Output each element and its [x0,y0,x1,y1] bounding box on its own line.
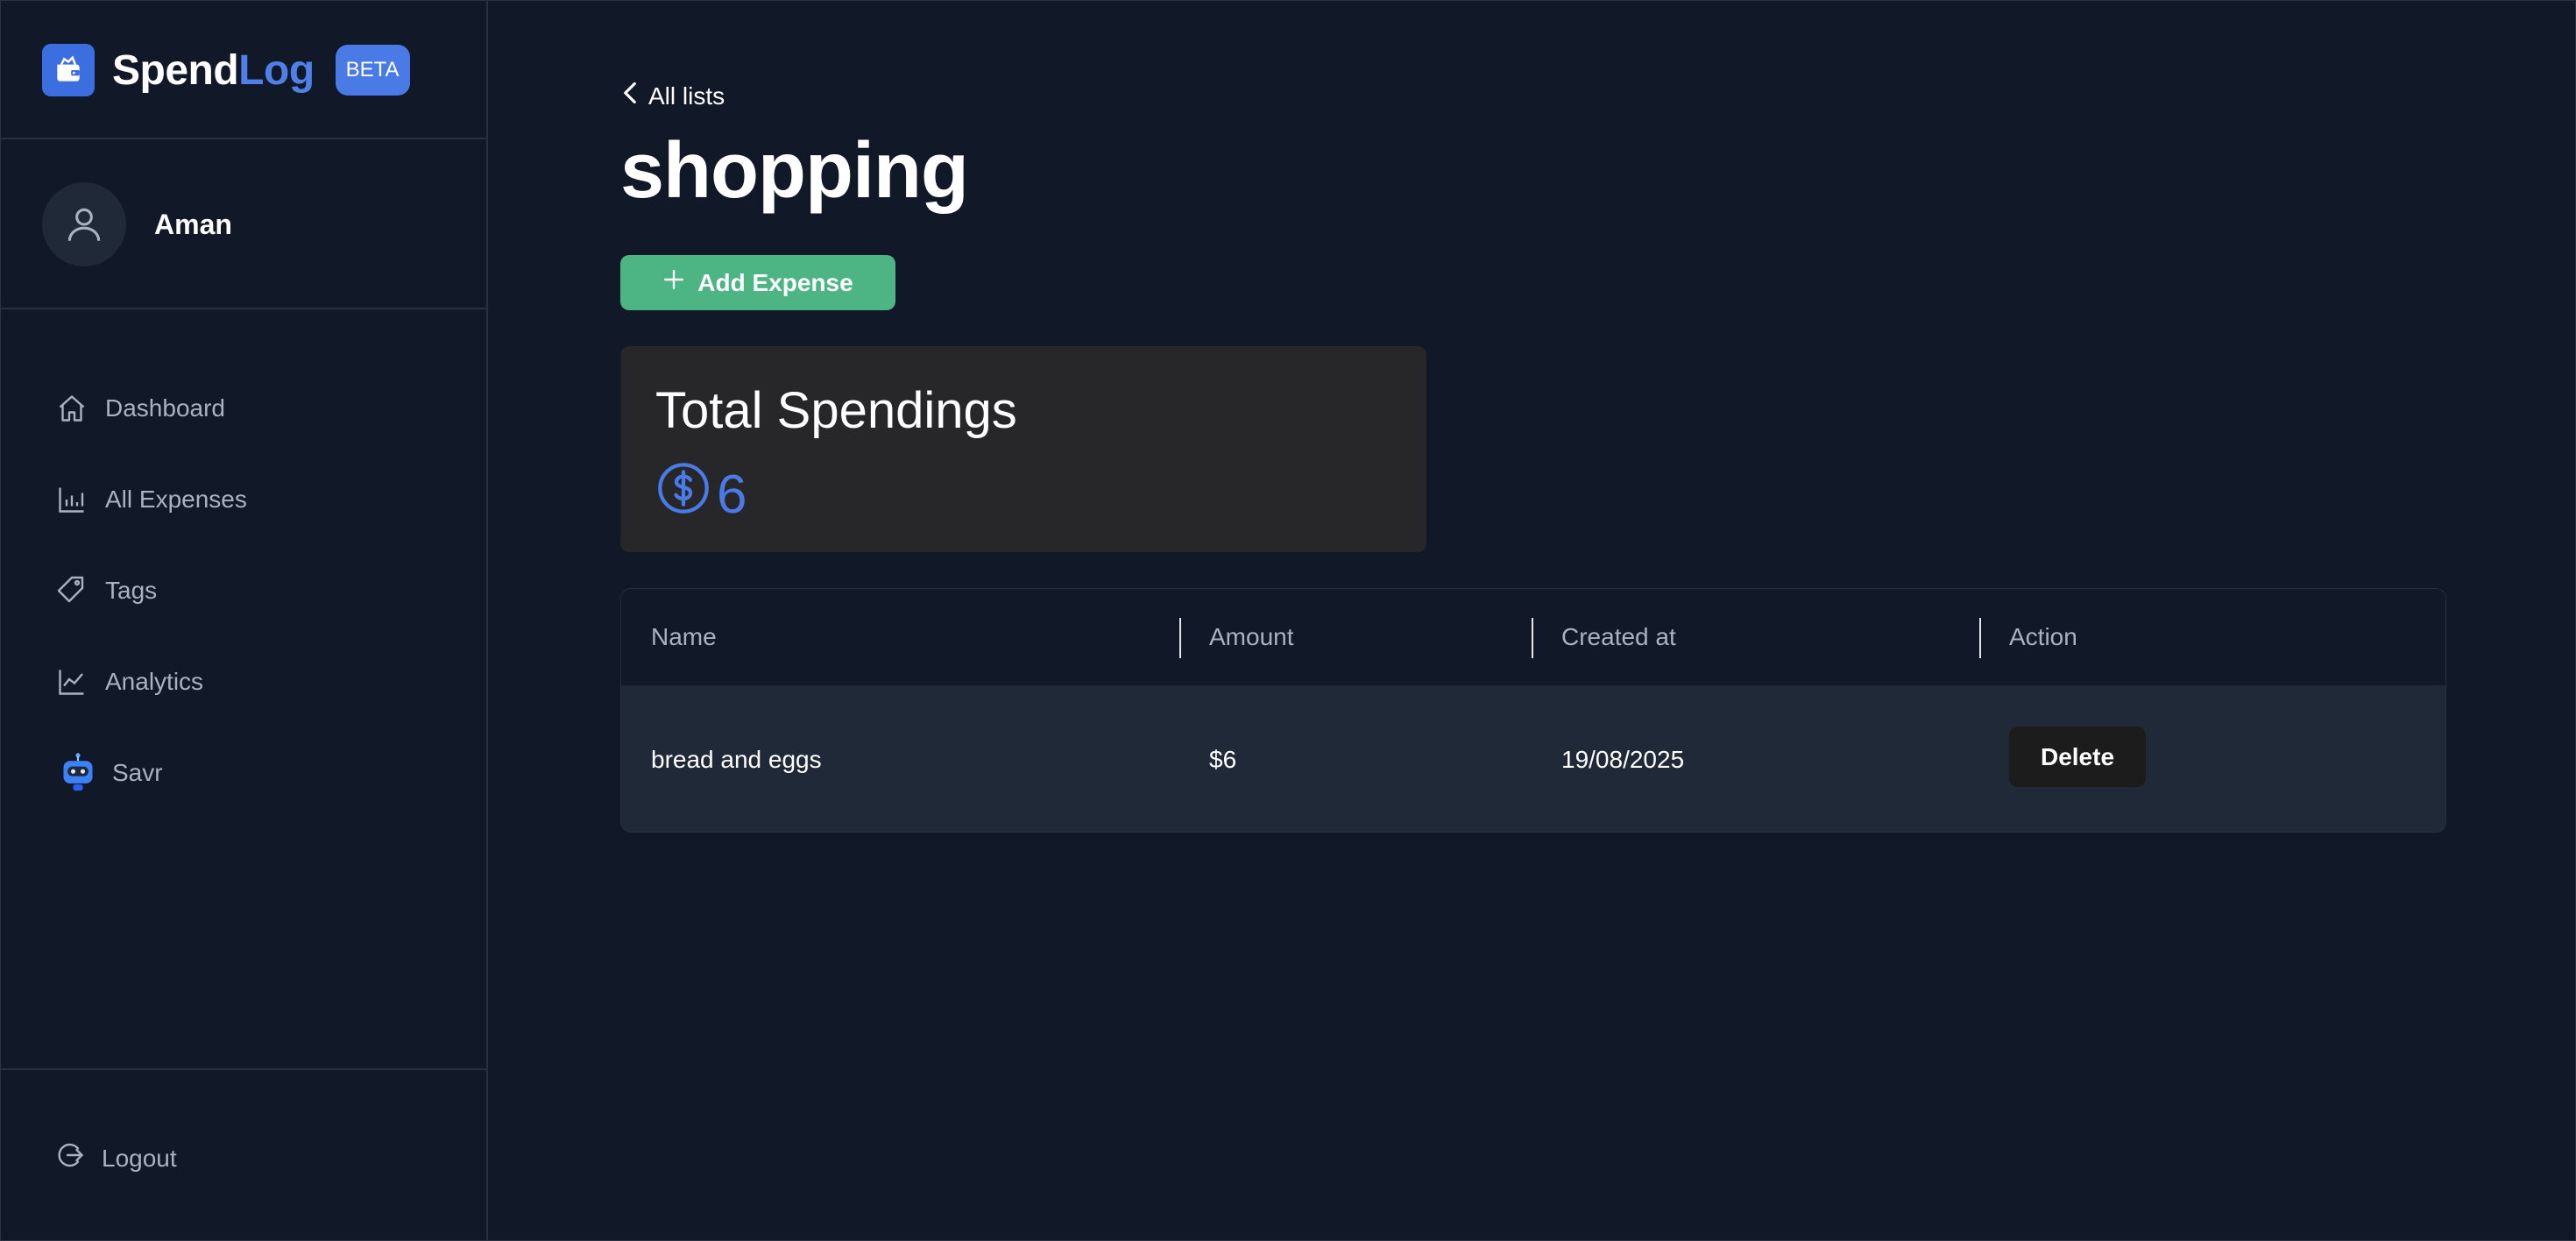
brand-name: SpendLog [112,46,315,95]
sidebar-item-tags[interactable]: Tags [54,568,247,613]
divider [0,138,488,139]
wallet-logo-icon [42,44,95,96]
add-expense-label: Add Expense [697,268,853,296]
column-header-name[interactable]: Name [651,589,717,685]
sidebar-item-label: All Expenses [105,486,247,513]
sidebar-item-dashboard[interactable]: Dashboard [54,386,247,431]
sidebar-item-label: Dashboard [105,394,225,422]
sidebar-item-label: Savr [112,759,163,786]
avatar-user-icon [42,182,126,266]
page-title: shopping [620,127,969,215]
column-header-created-at[interactable]: Created at [1561,589,1676,685]
table-row: bread and eggs $6 19/08/2025 Delete [621,685,2445,832]
divider [0,1068,488,1070]
sidebar-item-savr[interactable]: Savr [54,750,247,796]
column-resize-handle[interactable] [1979,618,1981,658]
sidebar-item-analytics[interactable]: Analytics [54,659,247,705]
sidebar: SpendLog BETA Aman Dashboard All Expense… [0,0,488,1241]
expenses-table: Name Amount Created at Action bread and … [620,588,2446,833]
sidebar-item-all-expenses[interactable]: All Expenses [54,477,247,522]
divider [0,308,488,309]
cell-created-at: 19/08/2025 [1561,745,1685,773]
back-link[interactable]: All lists [620,81,725,111]
sidebar-item-label: Tags [105,577,158,604]
column-resize-handle[interactable] [1532,618,1533,658]
logout-button[interactable]: Logout [54,1139,177,1177]
robot-icon [54,753,102,791]
logout-label: Logout [102,1144,177,1172]
total-amount-value: 6 [717,464,747,525]
total-spendings-title: Total Spendings [655,382,1017,439]
brand[interactable]: SpendLog BETA [42,44,410,96]
back-link-label: All lists [648,82,725,110]
chevron-left-icon [620,81,640,111]
beta-badge: BETA [335,45,410,96]
plus-icon [662,268,685,297]
column-header-amount[interactable]: Amount [1209,589,1294,685]
dollar-circle-icon [655,460,711,529]
brand-name-part1: Spend [112,46,239,94]
user-profile[interactable]: Aman [42,182,232,266]
total-spendings-card: Total Spendings 6 [620,346,1426,552]
cell-amount: $6 [1209,745,1237,773]
home-icon [54,391,89,426]
sidebar-nav: Dashboard All Expenses Tags Analytics Sa… [54,386,247,841]
delete-button[interactable]: Delete [2009,727,2146,787]
total-spendings-amount: 6 [655,460,747,529]
column-resize-handle[interactable] [1179,618,1181,658]
cell-name: bread and eggs [651,745,822,773]
line-chart-icon [54,664,89,699]
tag-icon [54,573,89,608]
table-header: Name Amount Created at Action [621,589,2445,685]
logout-icon [54,1139,86,1177]
sidebar-item-label: Analytics [105,668,204,695]
add-expense-button[interactable]: Add Expense [620,255,895,310]
bar-chart-icon [54,482,89,517]
user-name: Aman [154,208,232,240]
brand-name-part2: Log [238,46,315,94]
column-header-action: Action [2009,623,2077,650]
